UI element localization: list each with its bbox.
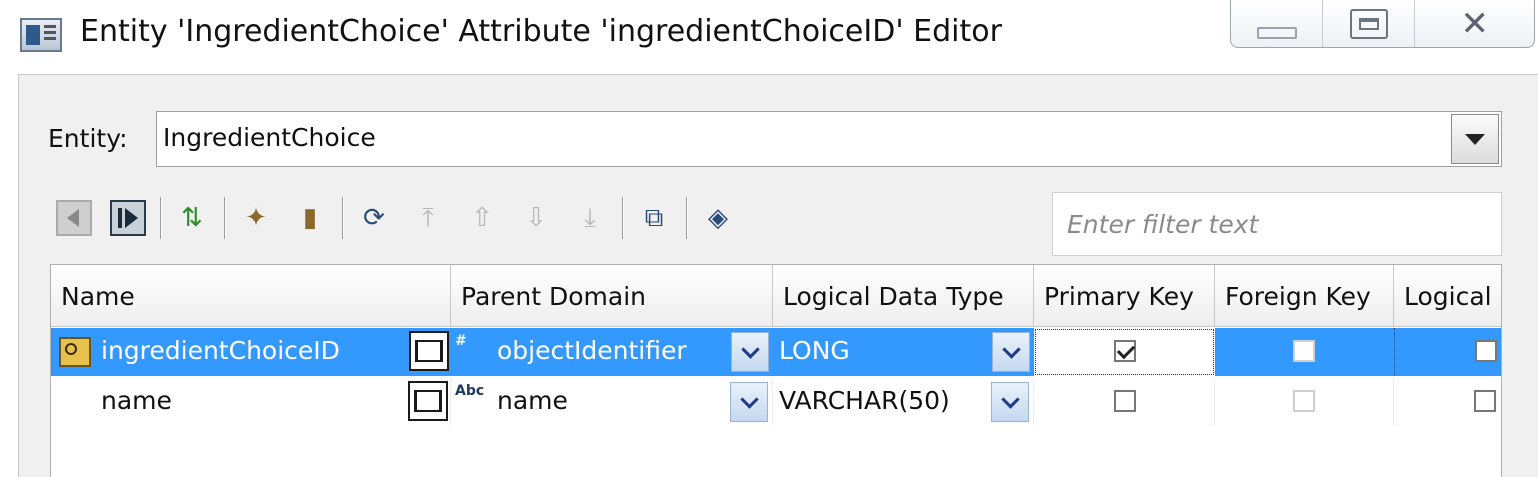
chevron-down-icon — [739, 389, 759, 409]
entity-label: Entity: — [48, 124, 128, 153]
new-attribute-button[interactable]: ✦ — [234, 196, 278, 240]
chevron-down-icon — [740, 339, 760, 359]
logical-cell[interactable] — [1394, 328, 1501, 376]
toolbar-separator — [686, 197, 688, 239]
ellipsis-icon — [414, 390, 442, 412]
last-icon — [110, 200, 146, 236]
logical-data-type-cell[interactable]: VARCHAR(50) — [773, 378, 1034, 426]
toolbar-separator — [342, 197, 344, 239]
logical-data-type-cell[interactable]: LONG — [773, 328, 1034, 376]
edit-attribute-button[interactable] — [408, 381, 448, 421]
move-down-icon: ⇩ — [525, 203, 547, 233]
foreign-key-checkbox[interactable] — [1293, 390, 1315, 412]
reorder-button[interactable]: ⟳ — [352, 196, 396, 240]
name-cell[interactable]: ingredientChoiceID — [51, 328, 451, 376]
properties-button[interactable]: ⧉ — [632, 196, 676, 240]
app-window-icon — [20, 18, 62, 52]
new-attribute-icon: ✦ — [245, 203, 267, 233]
primary-key-checkbox[interactable] — [1114, 340, 1136, 362]
move-down-button[interactable]: ⇩ — [514, 196, 558, 240]
foreign-key-cell[interactable] — [1215, 328, 1394, 376]
toolbar-separator — [622, 197, 624, 239]
attributes-table: Name Parent Domain Logical Data Type Pri… — [50, 264, 1502, 477]
filter-input[interactable] — [1053, 193, 1501, 255]
minimize-icon — [1256, 26, 1297, 39]
toolbar-separator — [160, 197, 162, 239]
entity-dropdown-button[interactable] — [1451, 114, 1499, 164]
close-button[interactable]: ✕ — [1415, 0, 1534, 47]
table-row[interactable]: ingredientChoiceID # objectIdentifier LO… — [51, 328, 1501, 376]
column-header-primary-key[interactable]: Primary Key — [1034, 265, 1215, 327]
attribute-name: ingredientChoiceID — [101, 336, 340, 365]
logical-checkbox[interactable] — [1475, 340, 1497, 362]
reorder-icon: ⟳ — [363, 203, 385, 233]
column-header-parent-domain[interactable]: Parent Domain — [451, 265, 773, 327]
move-up-button[interactable]: ⇧ — [460, 196, 504, 240]
column-header-name[interactable]: Name — [51, 265, 451, 327]
chevron-down-icon — [1001, 339, 1021, 359]
chevron-down-icon — [1465, 133, 1485, 145]
delete-icon: ▮ — [302, 203, 318, 233]
parent-domain-cell[interactable]: # objectIdentifier — [451, 328, 773, 376]
column-header-foreign-key[interactable]: Foreign Key — [1215, 265, 1394, 327]
last-button[interactable] — [106, 196, 150, 240]
table-header: Name Parent Domain Logical Data Type Pri… — [51, 265, 1501, 327]
edit-attribute-button[interactable] — [409, 331, 449, 371]
logical-data-type-value: LONG — [779, 336, 850, 365]
primary-key-checkbox[interactable] — [1114, 390, 1136, 412]
move-bottom-icon: ⤓ — [584, 203, 596, 233]
parent-domain-cell[interactable]: Abc name — [451, 378, 773, 426]
window-controls: ✕ — [1230, 0, 1535, 48]
attribute-name: name — [101, 386, 172, 415]
entity-value: IngredientChoice — [163, 123, 376, 152]
move-up-icon: ⇧ — [471, 203, 493, 233]
foreign-key-cell[interactable] — [1215, 378, 1394, 426]
column-header-logical-data-type[interactable]: Logical Data Type — [773, 265, 1034, 327]
attribute-toolbar: ⇅ ✦ ▮ ⟳ ⤒ ⇧ ⇩ ⤓ ⧉ ◈ — [52, 192, 750, 244]
parent-domain-dropdown[interactable] — [730, 382, 768, 422]
primary-key-cell[interactable] — [1034, 328, 1215, 376]
table-row[interactable]: name Abc name VARCHAR(50) — [51, 378, 1501, 426]
first-icon — [56, 200, 92, 236]
move-bottom-button[interactable]: ⤓ — [568, 196, 612, 240]
domain-button[interactable]: ◈ — [696, 196, 740, 240]
delete-button[interactable]: ▮ — [288, 196, 332, 240]
move-button[interactable]: ⇅ — [170, 196, 214, 240]
properties-icon: ⧉ — [644, 203, 664, 233]
chevron-down-icon — [1000, 389, 1020, 409]
logical-checkbox[interactable] — [1474, 390, 1496, 412]
minimize-button[interactable] — [1231, 0, 1324, 47]
logical-cell[interactable] — [1394, 378, 1501, 426]
move-top-icon: ⤒ — [422, 203, 434, 233]
first-button[interactable] — [52, 196, 96, 240]
logical-data-type-dropdown[interactable] — [992, 332, 1030, 372]
move-icon: ⇅ — [181, 203, 203, 233]
ellipsis-icon — [415, 340, 443, 362]
window-title: Entity 'IngredientChoice' Attribute 'ing… — [80, 14, 1002, 49]
close-icon: ✕ — [1460, 3, 1489, 44]
name-cell[interactable]: name — [51, 378, 451, 426]
primary-key-cell[interactable] — [1034, 378, 1215, 426]
maximize-icon — [1349, 8, 1388, 39]
parent-domain-value: name — [497, 386, 568, 415]
domain-icon: ◈ — [708, 203, 728, 233]
column-header-logical[interactable]: Logical — [1394, 265, 1501, 327]
toolbar-separator — [224, 197, 226, 239]
parent-domain-value: objectIdentifier — [497, 336, 687, 365]
entity-dropdown[interactable]: IngredientChoice — [156, 111, 1502, 167]
numeric-domain-icon: # — [455, 333, 467, 349]
move-top-button[interactable]: ⤒ — [406, 196, 450, 240]
title-bar: Entity 'IngredientChoice' Attribute 'ing… — [0, 0, 1538, 72]
maximize-button[interactable] — [1323, 0, 1416, 47]
filter-box — [1052, 192, 1502, 256]
text-domain-icon: Abc — [455, 383, 485, 399]
foreign-key-checkbox[interactable] — [1293, 340, 1315, 362]
logical-data-type-dropdown[interactable] — [991, 382, 1029, 422]
logical-data-type-value: VARCHAR(50) — [779, 386, 950, 415]
parent-domain-dropdown[interactable] — [731, 332, 769, 372]
primary-key-attribute-icon — [59, 337, 91, 367]
